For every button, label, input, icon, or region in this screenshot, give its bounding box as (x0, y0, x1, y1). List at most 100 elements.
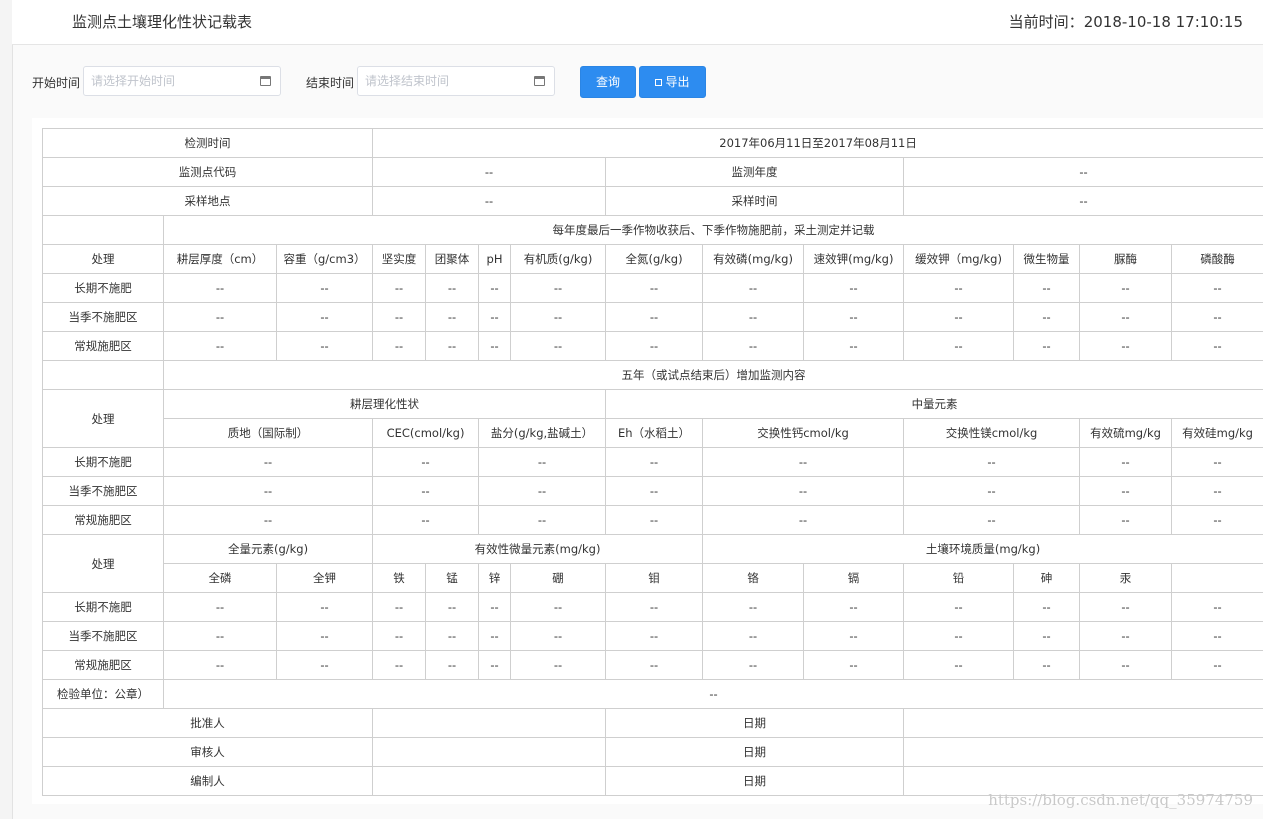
treatment-label: 处理 (42, 389, 164, 448)
value-cell: -- (275, 592, 374, 622)
column-header: 全氮(g/kg) (605, 244, 704, 274)
column-header: 速效钾(mg/kg) (803, 244, 905, 274)
page-header: 监测点土壤理化性状记载表 当前时间：2018-10-18 17:10:15 (12, 0, 1263, 45)
section2-title-row: 五年（或试点结束后）增加监测内容 (42, 360, 1263, 390)
group-header: 全量元素(g/kg) (162, 534, 374, 564)
value-cell: -- (903, 331, 1015, 361)
value-cell: -- (605, 302, 704, 332)
signoff-row: 批准人 日期 (41, 708, 1263, 738)
value-cell: -- (702, 273, 805, 303)
value-cell: -- (1079, 505, 1173, 535)
soil-record-table: 检测时间 2017年06月11日至2017年08月11日 监测点代码 -- 监测… (41, 128, 1263, 796)
column-header: 质地（国际制） (162, 418, 374, 448)
value-cell: -- (702, 447, 905, 477)
value-cell: -- (478, 476, 607, 506)
value-cell: -- (702, 505, 905, 535)
column-header: CEC(cmol/kg) (372, 418, 480, 448)
treatment-label: 处理 (42, 534, 164, 593)
column-header: 微生物量 (1013, 244, 1081, 274)
end-time-input[interactable] (358, 67, 525, 95)
value-cell: -- (478, 447, 607, 477)
detect-time-row: 检测时间 2017年06月11日至2017年08月11日 (41, 128, 1263, 158)
empty-cell (42, 360, 164, 390)
signoff-name-cell (372, 737, 607, 767)
export-button-label: 导出 (665, 75, 690, 89)
record-sheet: 检测时间 2017年06月11日至2017年08月11日 监测点代码 -- 监测… (32, 118, 1263, 804)
table-row: 当季不施肥区 -- -- -- -- -- -- -- -- (42, 476, 1263, 506)
value-cell: -- (605, 331, 704, 361)
value-cell: -- (510, 621, 607, 651)
column-header: 坚实度 (372, 244, 427, 274)
page-title: 监测点土壤理化性状记载表 (72, 13, 253, 31)
signoff-row: 审核人 日期 (41, 737, 1263, 767)
value-cell: -- (372, 447, 480, 477)
value-cell: -- (425, 273, 480, 303)
value-cell: -- (162, 476, 374, 506)
value-cell: -- (163, 273, 277, 303)
value-cell: -- (803, 331, 905, 361)
query-button-label: 查询 (595, 75, 620, 89)
calendar-icon[interactable] (260, 76, 271, 86)
value-cell: -- (425, 302, 480, 332)
value-cell: -- (1013, 650, 1081, 680)
end-time-label: 结束时间 (306, 76, 355, 90)
column-header: 镉 (803, 563, 905, 593)
table-row: 常规施肥区 -- -- -- -- -- -- -- -- -- -- -- -- -- (42, 650, 1263, 680)
value-cell: -- (1171, 302, 1263, 332)
value-cell: -- (605, 447, 704, 477)
value-cell: -- (803, 302, 905, 332)
section1-title: 每年度最后一季作物收获后、下季作物施肥前，采土测定并记载 (162, 215, 1263, 245)
value-cell: -- (1013, 273, 1081, 303)
value-cell: -- (478, 273, 512, 303)
detect-time-value: 2017年06月11日至2017年08月11日 (372, 128, 1263, 158)
current-time-value: 2018-10-18 17:10:15 (1083, 13, 1243, 31)
calendar-icon[interactable] (534, 76, 545, 86)
value-cell: -- (803, 273, 905, 303)
location-value: -- (372, 186, 607, 216)
column-header: 全钾 (275, 563, 374, 593)
signoff-role: 批准人 (41, 708, 374, 738)
column-header: 磷酸酶 (1171, 244, 1263, 274)
value-cell: -- (605, 650, 704, 680)
column-header: 砷 (1013, 563, 1081, 593)
query-button[interactable]: 查询 (580, 66, 636, 98)
value-cell: -- (510, 331, 607, 361)
value-cell: -- (605, 621, 704, 651)
value-cell: -- (372, 650, 427, 680)
value-cell: -- (372, 592, 427, 622)
signoff-date-label: 日期 (605, 737, 905, 767)
table-row: 当季不施肥区 -- -- -- -- -- -- -- -- -- -- -- -- -- (42, 302, 1263, 332)
value-cell: -- (702, 621, 805, 651)
section2-title: 五年（或试点结束后）增加监测内容 (162, 360, 1263, 390)
treatment-name: 当季不施肥区 (42, 621, 164, 651)
value-cell: -- (425, 592, 480, 622)
value-cell: -- (478, 650, 512, 680)
column-header (1171, 563, 1263, 593)
signoff-role: 编制人 (41, 766, 374, 796)
table-row: 当季不施肥区 -- -- -- -- -- -- -- -- -- -- -- -- -- (42, 621, 1263, 651)
value-cell: -- (510, 650, 607, 680)
section1-title-row: 每年度最后一季作物收获后、下季作物施肥前，采土测定并记载 (42, 215, 1263, 245)
value-cell: -- (903, 505, 1081, 535)
value-cell: -- (478, 331, 512, 361)
export-button[interactable]: 导出 (639, 66, 706, 98)
site-code-value: -- (372, 157, 607, 187)
value-cell: -- (163, 302, 277, 332)
treatment-label: 处理 (42, 244, 164, 274)
value-cell: -- (1171, 621, 1263, 651)
end-time-picker[interactable] (357, 66, 555, 96)
column-header: pH (478, 244, 512, 274)
value-cell: -- (803, 592, 905, 622)
column-header: 硼 (510, 563, 607, 593)
value-cell: -- (903, 302, 1015, 332)
value-cell: -- (605, 476, 704, 506)
column-header: 容重（g/cm3） (275, 244, 374, 274)
signoff-name-cell (372, 766, 607, 796)
start-time-input[interactable] (84, 67, 251, 95)
signoff-name-cell (372, 708, 607, 738)
column-header: 团聚体 (425, 244, 480, 274)
column-header: 铅 (903, 563, 1015, 593)
value-cell: -- (903, 447, 1081, 477)
empty-cell (42, 215, 164, 245)
start-time-picker[interactable] (83, 66, 281, 96)
